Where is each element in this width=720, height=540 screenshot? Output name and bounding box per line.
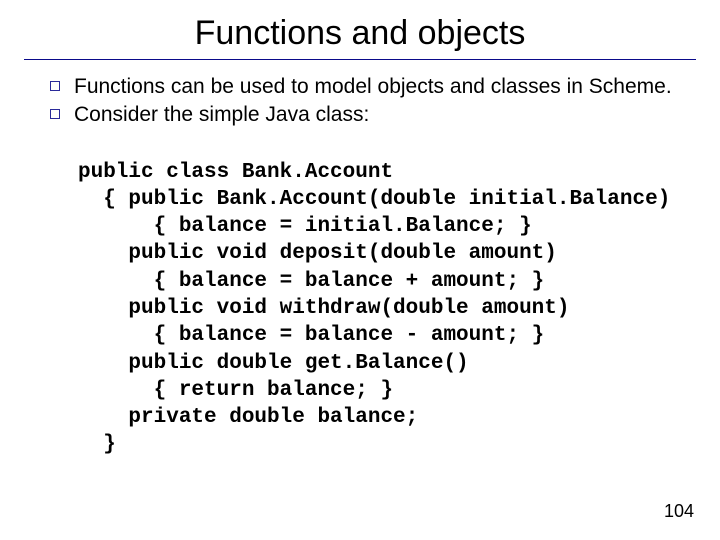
bullet-item: Functions can be used to model objects a… (50, 74, 690, 100)
page-number: 104 (664, 501, 694, 522)
bullet-list: Functions can be used to model objects a… (0, 74, 720, 129)
code-block: public class Bank.Account { public Bank.… (0, 131, 720, 459)
bullet-item: Consider the simple Java class: (50, 102, 690, 128)
title-underline (24, 59, 696, 60)
bullet-text: Consider the simple Java class: (74, 102, 369, 128)
slide-title: Functions and objects (0, 0, 720, 59)
square-bullet-icon (50, 109, 60, 119)
bullet-text: Functions can be used to model objects a… (74, 74, 672, 100)
slide: Functions and objects Functions can be u… (0, 0, 720, 540)
square-bullet-icon (50, 81, 60, 91)
